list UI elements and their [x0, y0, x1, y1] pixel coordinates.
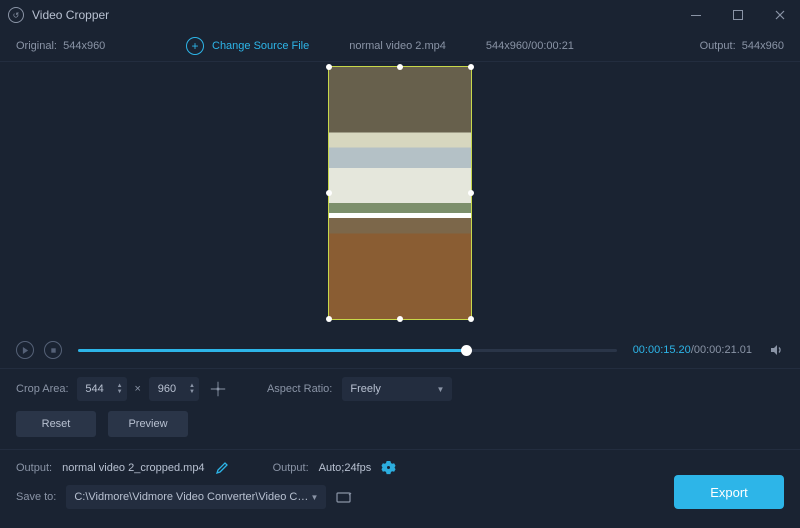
chevron-down-icon: ▼ [310, 493, 318, 502]
output-dimensions: Output: 544x960 [644, 40, 784, 52]
dimension-separator: × [135, 383, 141, 395]
edit-output-button[interactable] [215, 461, 229, 475]
crop-height-input[interactable]: ▲▼ [149, 377, 199, 401]
time-current: 00:00:15.20 [633, 344, 691, 356]
plus-circle-icon [186, 37, 204, 55]
output-file-label: Output: [16, 462, 52, 474]
aspect-ratio-label: Aspect Ratio: [267, 383, 332, 395]
center-crop-button[interactable] [207, 378, 229, 400]
crop-frame[interactable] [328, 66, 472, 320]
output-file-name: normal video 2_cropped.mp4 [62, 462, 204, 474]
width-down-icon[interactable]: ▼ [117, 389, 123, 395]
maximize-button[interactable] [726, 3, 750, 27]
play-button[interactable] [16, 341, 34, 359]
chevron-down-icon: ▼ [436, 385, 444, 394]
save-path-select[interactable]: C:\Vidmore\Vidmore Video Converter\Video… [66, 485, 326, 509]
change-source-label: Change Source File [212, 40, 309, 52]
crop-width-field[interactable] [77, 383, 113, 395]
player-controls: 00:00:15.20/00:00:21.01 [0, 332, 800, 368]
output-value: 544x960 [742, 40, 784, 52]
stop-button[interactable] [44, 341, 62, 359]
bottom-bar: Output: normal video 2_cropped.mp4 Outpu… [0, 449, 800, 521]
time-display: 00:00:15.20/00:00:21.01 [633, 344, 752, 356]
open-folder-button[interactable] [336, 490, 352, 504]
original-value: 544x960 [63, 40, 105, 52]
crop-handle-mid-left[interactable] [326, 190, 332, 196]
crop-handle-top-left[interactable] [326, 64, 332, 70]
crop-area-label: Crop Area: [16, 383, 69, 395]
reset-button[interactable]: Reset [16, 411, 96, 437]
video-thumbnail [329, 67, 471, 319]
source-meta: 544x960/00:00:21 [486, 40, 574, 52]
info-bar: Original: 544x960 Change Source File nor… [0, 30, 800, 62]
volume-button[interactable] [768, 342, 784, 358]
minimize-button[interactable] [684, 3, 708, 27]
crop-handle-top-right[interactable] [468, 64, 474, 70]
app-title: Video Cropper [32, 8, 684, 22]
aspect-ratio-value: Freely [350, 383, 381, 395]
crop-handle-bottom-right[interactable] [468, 316, 474, 322]
seek-progress [78, 349, 466, 352]
seek-knob[interactable] [461, 345, 472, 356]
crop-handle-bottom-center[interactable] [397, 316, 403, 322]
titlebar: Video Cropper [0, 0, 800, 30]
preview-button[interactable]: Preview [108, 411, 188, 437]
height-down-icon[interactable]: ▼ [189, 389, 195, 395]
app-icon [8, 7, 24, 23]
output-settings-button[interactable] [381, 460, 396, 475]
crop-handle-mid-right[interactable] [468, 190, 474, 196]
seek-bar[interactable] [78, 349, 617, 352]
source-filename: normal video 2.mp4 [349, 40, 446, 52]
close-button[interactable] [768, 3, 792, 27]
crop-handle-top-center[interactable] [397, 64, 403, 70]
export-button[interactable]: Export [674, 475, 784, 509]
save-path-value: C:\Vidmore\Vidmore Video Converter\Video… [74, 491, 310, 503]
crop-height-field[interactable] [149, 383, 185, 395]
window-controls [684, 3, 792, 27]
preview-area [0, 62, 800, 332]
output-label: Output: [700, 40, 736, 52]
output-format-value: Auto;24fps [319, 462, 372, 474]
crop-controls: Crop Area: ▲▼ × ▲▼ Aspect Ratio: Freely … [0, 368, 800, 449]
original-dimensions: Original: 544x960 [16, 40, 156, 52]
crop-width-input[interactable]: ▲▼ [77, 377, 127, 401]
output-format-label: Output: [273, 462, 309, 474]
time-total: 00:00:21.01 [694, 344, 752, 356]
crop-handle-bottom-left[interactable] [326, 316, 332, 322]
change-source-button[interactable]: Change Source File [186, 37, 309, 55]
original-label: Original: [16, 40, 57, 52]
save-to-label: Save to: [16, 491, 56, 503]
aspect-ratio-select[interactable]: Freely ▼ [342, 377, 452, 401]
